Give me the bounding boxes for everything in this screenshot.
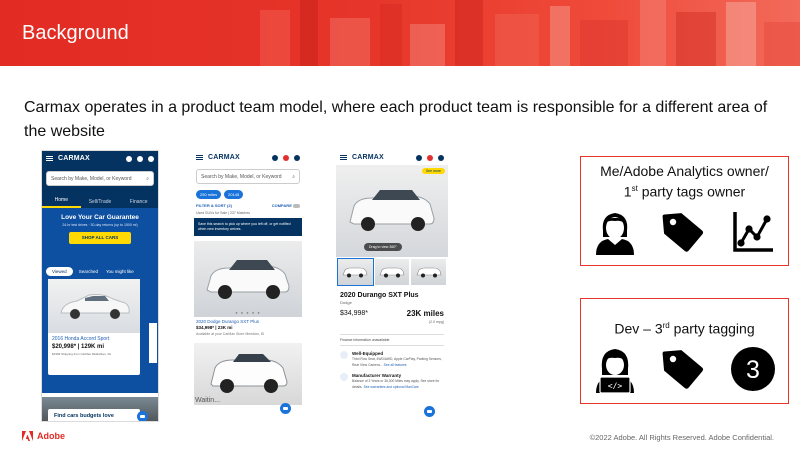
results-meta: Used SUVs for Sale | 237 Matches [196,211,251,215]
third-party-tagging-label: Dev – 3rd party tagging [614,320,755,337]
phone-detail-screenshot: CARMAX See more Drag to view 360° 2020 D… [336,150,448,422]
phone-search-screenshot: CARMAX Search by Make, Model, or Keyword… [192,150,304,422]
header-banner: Background [0,0,800,66]
heart-icon [283,154,289,161]
promo-title: Love Your Car Guarantee [61,214,139,221]
pill-searched: Searched [78,268,98,274]
car-card-price: $20,998* | 129K mi [52,344,105,350]
location-icon [126,155,132,162]
car-card-shipping: $1999 Shipping from CarMax Midlothian, V… [52,352,111,356]
thumbnail [337,258,374,286]
number-three-icon: 3 [730,347,775,391]
analytics-owner-box: Me/Adobe Analytics owner/ 1st party tags… [580,156,789,266]
vehicle-miles: 23K miles [406,309,444,318]
feature-icon [340,351,348,359]
phone-navbar: CARMAX [192,150,304,165]
feature-icon [340,373,348,381]
tag-icon [663,350,704,389]
chat-icon [280,403,291,414]
photo-thumbnails [336,257,448,287]
vehicle-make: Dodge [340,300,352,305]
svg-text:</>: </> [608,382,623,391]
copyright-notice: ©2022 Adobe. All Rights Reserved. Adobe … [589,433,774,442]
feature-well-equipped: Well-Equipped Third Row Seat, 4WD/AWD, A… [336,346,448,368]
user-icon [148,155,154,162]
promo-section: Love Your Car Guarantee 24-hr test drive… [42,208,158,263]
car-photo [48,279,140,333]
heart-icon [137,155,143,162]
drag-360-hint: Drag to view 360° [364,243,402,251]
carmax-logo: CARMAX [58,155,90,162]
tab-home: Home [42,195,81,208]
phone-navbar: CARMAX [42,151,158,166]
phone-navbar: CARMAX [336,150,448,165]
listing-photo-2: Waitin... [194,343,302,405]
carmax-logo: CARMAX [208,154,240,161]
listing-store: Available at your CarMax Store Meridian,… [196,332,265,336]
tab-finance: Finance [129,198,148,205]
user-icon [438,154,444,161]
adobe-logo: Adobe [22,431,65,441]
compare-label: COMPARE [271,203,292,208]
phone-tabs: Home Sell/Trade Finance [42,195,158,208]
finance-info: Finance information unavailable [340,334,444,346]
line-chart-icon [733,212,774,252]
shop-all-cars-button: SHOP ALL CARS [69,232,131,244]
car-card: 2016 Honda Accord Sport $20,998* | 129K … [48,279,140,375]
car-card-title: 2016 Honda Accord Sport [52,336,110,342]
search-icon: ⌕ [146,175,149,182]
promo-subtitle: 24-hr test drives · 30-day returns (up t… [62,223,138,227]
feature-warranty: Manufacturer Warranty Balance of 3 Years… [336,368,448,390]
slide-headline: Carmax operates in a product team model,… [24,99,768,140]
listing-photo: ● ● ● ● ● [194,241,302,317]
vehicle-title: 2020 Durango SXT Plus [340,292,419,299]
budget-card: Find cars budgets love [48,409,140,421]
save-search-notice: Save this search to pick up where you le… [194,218,302,236]
person-icon [595,213,634,255]
location-icon [272,154,278,161]
user-icon [294,154,300,161]
chat-icon [424,406,435,417]
carmax-logo: CARMAX [352,154,384,161]
slide-title: Background [22,22,129,44]
vehicle-hero-photo: See more Drag to view 360° [336,165,448,257]
chat-icon [137,411,148,421]
menu-icon [46,156,53,161]
pill-you-might-like: You might like [105,268,134,274]
compare-toggle [293,203,300,208]
loading-text: Waitin... [195,397,221,404]
menu-icon [196,155,203,160]
chip-distance: 250 miles [196,190,222,199]
developer-icon: </> [596,349,635,393]
adobe-logo-icon [22,431,33,441]
number-three-badge-text: 3 [746,356,760,384]
vehicle-miles-note: (2.0 mpg) [429,320,444,324]
vehicle-price: $34,998* [340,310,369,317]
phone-search-bar: Search by Make, Model, or Keyword ⌕ [196,169,300,184]
third-party-tagging-box: Dev – 3rd party tagging </> 3 [580,298,789,404]
menu-icon [340,155,347,160]
heart-icon [427,154,433,161]
pill-viewed: Viewed [46,266,73,276]
carousel-dots: ● ● ● ● ● [235,310,261,315]
recently-viewed-section: Viewed Searched You might like 2016 Hond… [42,263,158,393]
location-icon [416,154,422,161]
thumbnail [411,259,447,285]
tab-sell-trade: Sell/Trade [88,198,112,205]
thumbnail [374,259,410,285]
tag-icon [663,213,704,252]
chip-zip: 20145 [224,190,244,199]
phone-home-screenshot: CARMAX Search by Make, Model, or Keyword… [41,150,159,422]
search-icon: ⌕ [292,173,295,180]
phone-search-bar: Search by Make, Model, or Keyword ⌕ [46,171,154,186]
skyline-graphic [260,0,800,66]
analytics-owner-label: Me/Adobe Analytics owner/ 1st party tags… [600,163,769,200]
feedback-tab [149,323,157,363]
filter-sort-link: FILTER & SORT (2) [196,203,232,208]
see-more-badge: See more [421,168,445,174]
